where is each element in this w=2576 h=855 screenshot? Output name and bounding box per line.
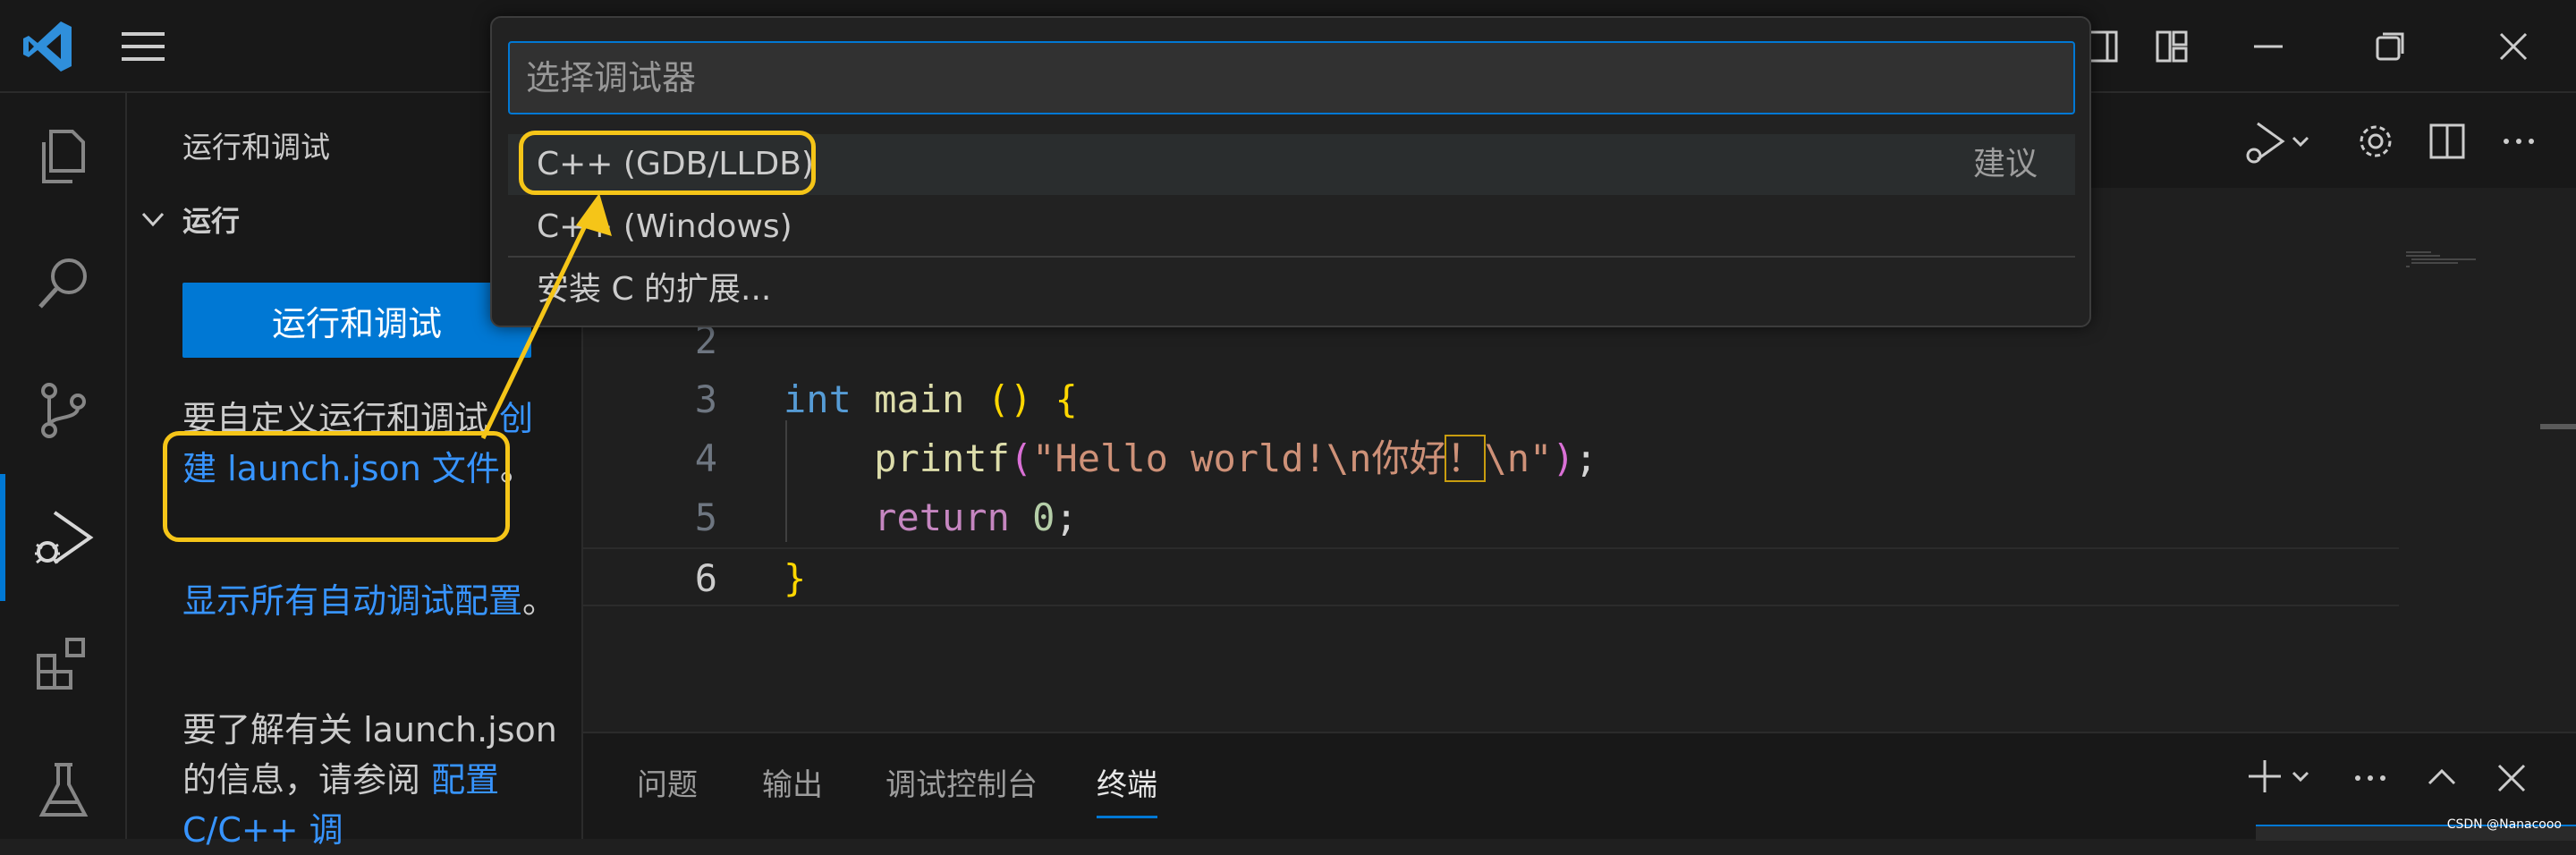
- hamburger-menu-icon[interactable]: [118, 27, 172, 66]
- watermark: CSDN @Nanacooo: [2447, 817, 2562, 832]
- explorer-icon[interactable]: [0, 93, 127, 220]
- minimap[interactable]: [2404, 250, 2476, 277]
- tab-output[interactable]: 输出: [762, 760, 823, 804]
- code-line: 5 return 0;: [583, 488, 2576, 547]
- show-all-paragraph: 显示所有自动调试配置。: [182, 576, 558, 626]
- vscode-logo-icon: [20, 18, 77, 75]
- customize-layout-icon[interactable]: [2145, 20, 2199, 73]
- search-icon[interactable]: [0, 220, 127, 347]
- highlight-box-create-launch: [163, 431, 510, 542]
- split-editor-icon[interactable]: [2426, 120, 2469, 166]
- run-section-label: 运行: [182, 199, 240, 240]
- learn-more-paragraph: 要了解有关 launch.json 的信息，请参阅 配置 C/C++ 调: [182, 705, 558, 855]
- annotation-arrow-icon: [465, 179, 644, 447]
- separator: [508, 256, 2075, 258]
- recommended-hint: 建议: [1973, 134, 2038, 195]
- run-section-header[interactable]: 运行: [140, 199, 240, 240]
- code-line-current: 6 }: [583, 547, 2399, 606]
- tab-problems[interactable]: 问题: [637, 760, 698, 804]
- period: 。: [522, 581, 556, 621]
- debugger-search-input[interactable]: [508, 41, 2075, 114]
- show-all-configs-link[interactable]: 显示所有自动调试配置: [182, 581, 522, 621]
- more-actions-icon[interactable]: [2497, 120, 2540, 166]
- learn-more-text: 要了解有关 launch.json 的信息，请参阅: [182, 710, 557, 800]
- code-line: 3 int main () {: [583, 370, 2576, 429]
- run-and-debug-icon[interactable]: [0, 474, 127, 601]
- panel-more-icon[interactable]: [2349, 757, 2392, 803]
- quick-pick-item-install-extension[interactable]: 安装 C 的扩展...: [508, 259, 2075, 320]
- close-panel-icon[interactable]: [2490, 757, 2533, 803]
- new-terminal-icon[interactable]: [2245, 755, 2317, 801]
- run-debug-dropdown-icon[interactable]: [2243, 118, 2315, 172]
- tab-debug-console[interactable]: 调试控制台: [886, 760, 1038, 804]
- testing-icon[interactable]: [0, 728, 127, 855]
- settings-gear-icon[interactable]: [2354, 120, 2397, 166]
- close-window-icon[interactable]: [2487, 20, 2540, 73]
- code-text: int main () {: [784, 370, 1078, 429]
- code-text: printf("Hello world!\n你好！\n");: [784, 429, 1597, 488]
- maximize-panel-icon[interactable]: [2420, 757, 2463, 803]
- code-line: 4 printf("Hello world!\n你好！\n");: [583, 429, 2576, 488]
- quick-pick-item-windows[interactable]: C++ (Windows): [508, 197, 2075, 258]
- code-text: return 0;: [784, 488, 1078, 547]
- restore-icon[interactable]: [2363, 20, 2417, 73]
- extensions-icon[interactable]: [0, 601, 127, 728]
- minimize-icon[interactable]: [2241, 20, 2295, 73]
- line-number: 6: [583, 549, 717, 608]
- indent-guide: [785, 420, 787, 542]
- bottom-panel: 问题 输出 调试控制台 终端: [583, 732, 2576, 839]
- sidebar-title: 运行和调试: [182, 123, 330, 166]
- line-number: 5: [583, 488, 717, 547]
- chevron-down-icon: [140, 206, 166, 233]
- tab-terminal[interactable]: 终端: [1097, 760, 1157, 804]
- activity-bar: [0, 93, 127, 839]
- source-control-icon[interactable]: [0, 347, 127, 474]
- code-text: }: [784, 549, 806, 608]
